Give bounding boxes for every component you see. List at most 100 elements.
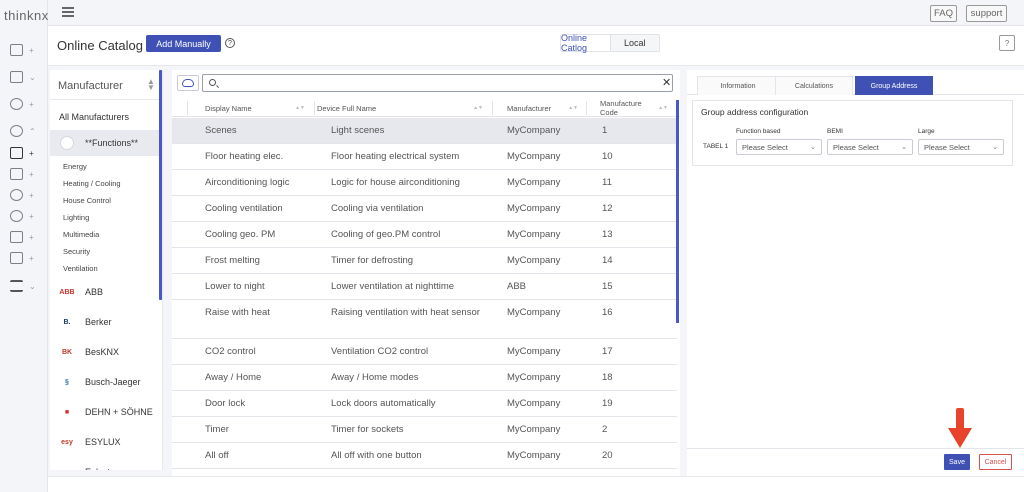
rail-nav-list[interactable]: + bbox=[10, 166, 40, 182]
add-manually-button[interactable]: Add Manually bbox=[146, 35, 221, 52]
category-item[interactable]: Energy bbox=[50, 158, 160, 175]
brand-item[interactable]: ABB ABB bbox=[50, 277, 160, 307]
rail-nav-docs[interactable]: ⌄ bbox=[10, 278, 40, 294]
table-row[interactable]: Frost melting Timer for defrosting MyCompa… bbox=[172, 248, 677, 274]
column-manufacturer[interactable]: Manufacturer ▲▼ bbox=[507, 99, 582, 117]
cell-manufacturer: MyCompany bbox=[507, 177, 561, 188]
cell-manufacture-code: 12 bbox=[602, 203, 613, 214]
table-row[interactable]: All off All off with one button MyCompany 2… bbox=[172, 443, 677, 469]
column-display-name[interactable]: Display Name ▲▼ bbox=[205, 99, 309, 117]
sort-icon: ▲▼ bbox=[658, 105, 668, 111]
toggle-local[interactable]: Local bbox=[610, 35, 659, 51]
table-row[interactable]: Cooling geo. PM Cooling of geo.PM control… bbox=[172, 222, 677, 248]
table-row[interactable]: Away / Home Away / Home modes MyCompany 18 bbox=[172, 365, 677, 391]
brand-logo-icon: ABB bbox=[59, 288, 75, 296]
tab-information[interactable]: Information bbox=[697, 76, 779, 95]
table-row[interactable]: Cooling ventilation Cooling via ventilati… bbox=[172, 196, 677, 222]
cloud-icon bbox=[182, 79, 194, 87]
manufacturer-header[interactable]: Manufacturer ▲ ▼ bbox=[50, 70, 162, 100]
bemi-select[interactable]: Please Select ⌄ bbox=[827, 139, 913, 155]
category-item[interactable]: Heating / Cooling bbox=[50, 175, 160, 192]
brand-item[interactable]: — Eelectron bbox=[50, 457, 160, 470]
function-based-select[interactable]: Please Select ⌄ bbox=[736, 139, 822, 155]
brand-name: DEHN + SÖHNE bbox=[85, 407, 153, 417]
cancel-button[interactable]: Cancel bbox=[979, 454, 1012, 470]
table-row[interactable]: Lower to night Lower ventilation at night… bbox=[172, 274, 677, 300]
chevron-down-icon: ⌄ bbox=[29, 72, 36, 82]
cell-device-full-name: Cooling of geo.PM control bbox=[331, 229, 441, 240]
table-row[interactable]: Timer Timer for sockets MyCompany 2 bbox=[172, 417, 677, 443]
user-card-icon bbox=[10, 71, 23, 83]
rail-nav-devices[interactable]: + bbox=[10, 250, 40, 266]
manufacturer-scrollbar[interactable] bbox=[159, 70, 162, 300]
table-row[interactable]: Scenes Light scenes MyCompany 1 bbox=[172, 118, 677, 144]
sort-icon: ▲▼ bbox=[568, 105, 578, 111]
rail-nav-menu[interactable]: + bbox=[10, 229, 40, 245]
side-help-button[interactable]: ? bbox=[999, 35, 1015, 51]
rail-nav-tasks[interactable]: + bbox=[10, 96, 40, 112]
document-icon bbox=[10, 280, 23, 292]
rail-nav-settings[interactable]: + bbox=[10, 208, 40, 224]
brand-list: ABB ABB B. Berker BK BesKNX § Busch-Jaeger ■ DEHN… bbox=[50, 277, 160, 470]
dashboard-icon bbox=[10, 44, 23, 56]
tab-calculations[interactable]: Calculations bbox=[775, 76, 853, 95]
cell-display-name: Door lock bbox=[205, 398, 246, 409]
large-select[interactable]: Please Select ⌄ bbox=[918, 139, 1004, 155]
help-icon[interactable]: ? bbox=[225, 38, 235, 48]
table-row[interactable]: CO2 control Ventilation CO2 control MyComp… bbox=[172, 339, 677, 365]
brand-item[interactable]: B. Berker bbox=[50, 307, 160, 337]
brand-item[interactable]: BK BesKNX bbox=[50, 337, 160, 367]
clear-search-icon[interactable]: ✕ bbox=[662, 76, 671, 89]
table-row[interactable]: Floor heating elec. Floor heating electri… bbox=[172, 144, 677, 170]
top-bar: FAQ support bbox=[48, 0, 1024, 26]
table-row[interactable]: Door lock Lock doors automatically MyCompa… bbox=[172, 391, 677, 417]
toggle-online-catalog[interactable]: Online Catlog bbox=[561, 33, 611, 53]
rail-nav-dashboard[interactable]: + bbox=[10, 42, 40, 58]
table-row[interactable]: Airconditioning logic Logic for house air… bbox=[172, 170, 677, 196]
cell-display-name: Away / Home bbox=[205, 372, 262, 383]
rail-nav-connections[interactable]: ⌃ bbox=[10, 123, 40, 139]
manufacturer-functions[interactable]: **Functions** bbox=[50, 130, 160, 156]
cell-display-name: All off bbox=[205, 450, 229, 461]
cell-manufacture-code: 10 bbox=[602, 151, 613, 162]
book-icon bbox=[10, 147, 23, 159]
rail-nav-users[interactable]: + bbox=[10, 187, 40, 203]
category-item[interactable]: Lighting bbox=[50, 209, 160, 226]
cell-device-full-name: Light scenes bbox=[331, 125, 385, 136]
sort-icon[interactable]: ▲ ▼ bbox=[147, 78, 155, 92]
cell-device-full-name: Lock doors automatically bbox=[331, 398, 436, 409]
brand-logo-icon: B. bbox=[63, 318, 71, 326]
sort-icon: ▲▼ bbox=[295, 105, 305, 111]
app-logo: thinknx bbox=[4, 8, 49, 23]
cell-manufacturer: ABB bbox=[507, 281, 527, 292]
search-input[interactable] bbox=[221, 77, 641, 89]
manufacturer-all[interactable]: All Manufacturers bbox=[50, 106, 160, 128]
catalog-source-toggle: Online Catlog Local bbox=[560, 33, 660, 53]
faq-button[interactable]: FAQ bbox=[930, 5, 957, 22]
brand-item[interactable]: ■ DEHN + SÖHNE bbox=[50, 397, 160, 427]
column-device-full-name[interactable]: Device Full Name ▲▼ bbox=[317, 99, 487, 117]
cloud-sync-button[interactable] bbox=[177, 75, 199, 91]
category-item[interactable]: House Control bbox=[50, 192, 160, 209]
rail-nav-user[interactable]: ⌄ bbox=[10, 69, 40, 85]
save-button[interactable]: Save bbox=[944, 454, 970, 470]
category-item[interactable]: Multimedia bbox=[50, 226, 160, 243]
category-item[interactable]: Security bbox=[50, 243, 160, 260]
cell-manufacturer: MyCompany bbox=[507, 229, 561, 240]
table-scrollbar[interactable] bbox=[676, 100, 679, 323]
hamburger-menu-icon[interactable] bbox=[62, 7, 74, 17]
left-rail: thinknx + ⌄ + ⌃ + + + + + + ⌄ bbox=[0, 0, 48, 492]
rail-nav-catalog[interactable]: + bbox=[10, 145, 40, 161]
brand-item[interactable]: esy ESYLUX bbox=[50, 427, 160, 457]
cell-display-name: Timer bbox=[205, 424, 229, 435]
cell-manufacture-code: 14 bbox=[602, 255, 613, 266]
cell-manufacture-code: 11 bbox=[602, 177, 612, 188]
tab-group-address[interactable]: Group Address bbox=[855, 76, 933, 95]
support-button[interactable]: support bbox=[966, 5, 1007, 22]
cell-manufacture-code: 15 bbox=[602, 281, 613, 292]
table-row[interactable]: Raise with heat Raising ventilation with … bbox=[172, 300, 677, 339]
column-manufacture-code[interactable]: Manufacture Code ▲▼ bbox=[600, 99, 672, 117]
cell-manufacturer: MyCompany bbox=[507, 424, 561, 435]
brand-item[interactable]: § Busch-Jaeger bbox=[50, 367, 160, 397]
category-item[interactable]: Ventilation bbox=[50, 260, 160, 277]
